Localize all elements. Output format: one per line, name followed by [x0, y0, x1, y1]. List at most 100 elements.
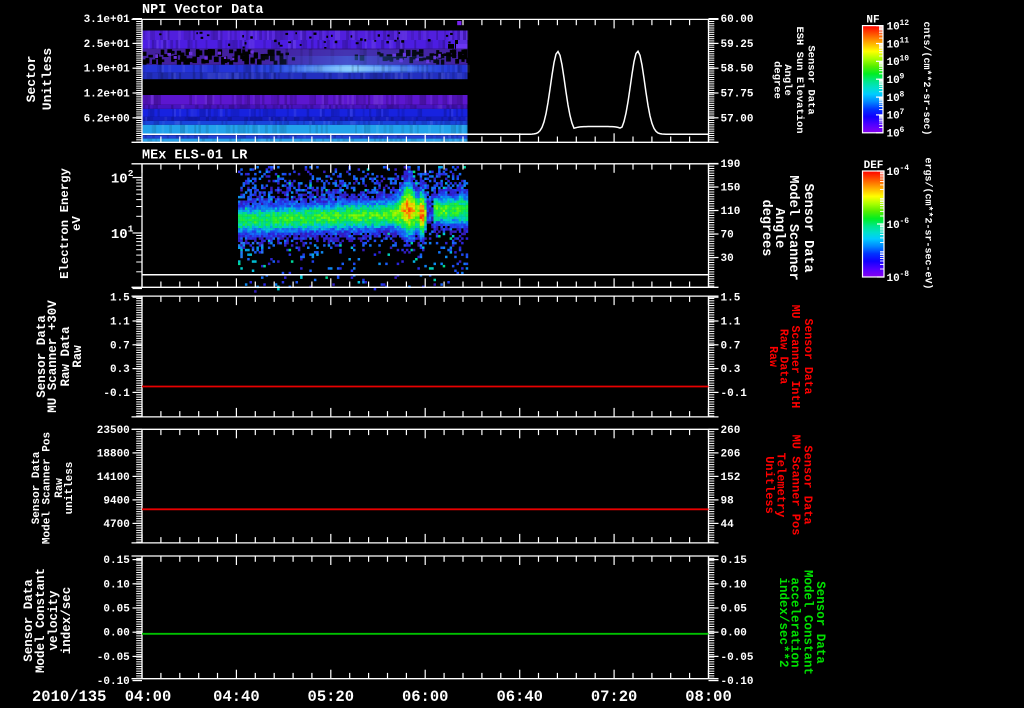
- svg-text:Sensor Data: Sensor Data: [800, 183, 815, 272]
- svg-text:NPI Vector Data: NPI Vector Data: [142, 3, 264, 18]
- svg-text:58.50: 58.50: [721, 64, 754, 76]
- svg-text:-0.10: -0.10: [721, 676, 754, 688]
- svg-text:-0.05: -0.05: [97, 652, 130, 664]
- svg-text:velocity: velocity: [47, 590, 61, 651]
- svg-text:Sensor Data: Sensor Data: [805, 45, 817, 115]
- svg-text:MEx ELS-01 LR: MEx ELS-01 LR: [142, 149, 248, 164]
- svg-text:57.00: 57.00: [721, 113, 754, 125]
- svg-text:-4: -4: [900, 164, 910, 173]
- svg-text:-0.1: -0.1: [721, 388, 748, 400]
- svg-text:10: 10: [887, 111, 900, 123]
- svg-text:-8: -8: [900, 270, 910, 279]
- svg-text:1.9e+01: 1.9e+01: [84, 64, 131, 76]
- svg-text:cnts/(cm**2-sr-sec): cnts/(cm**2-sr-sec): [920, 21, 932, 135]
- svg-text:0.05: 0.05: [103, 604, 130, 616]
- svg-text:2010/135: 2010/135: [32, 688, 106, 706]
- svg-text:index/sec**2: index/sec**2: [776, 577, 790, 667]
- svg-text:10: 10: [887, 57, 900, 69]
- svg-text:1.1: 1.1: [721, 317, 741, 329]
- svg-text:3.1e+01: 3.1e+01: [84, 14, 131, 26]
- svg-text:ESH Sun Elevation: ESH Sun Elevation: [793, 26, 805, 133]
- svg-text:08:00: 08:00: [685, 688, 732, 706]
- svg-text:9: 9: [900, 72, 905, 81]
- svg-text:0.15: 0.15: [721, 555, 748, 567]
- svg-text:0.10: 0.10: [721, 579, 747, 591]
- svg-text:Raw: Raw: [766, 346, 779, 367]
- svg-text:0.10: 0.10: [103, 579, 129, 591]
- svg-text:Raw: Raw: [71, 345, 85, 368]
- svg-text:260: 260: [721, 425, 741, 437]
- svg-text:0.15: 0.15: [103, 555, 130, 567]
- svg-text:Sector: Sector: [24, 56, 39, 103]
- svg-text:Model Constant: Model Constant: [34, 568, 48, 673]
- svg-text:0.3: 0.3: [721, 364, 741, 376]
- svg-text:-6: -6: [900, 217, 910, 226]
- svg-text:10: 10: [887, 39, 900, 51]
- svg-text:degrees: degrees: [758, 200, 773, 257]
- svg-text:eV: eV: [70, 216, 84, 231]
- svg-text:Unitless: Unitless: [762, 456, 776, 514]
- svg-text:10: 10: [887, 75, 900, 87]
- svg-text:degree: degree: [771, 61, 783, 99]
- svg-text:MU Scanner +30V: MU Scanner +30V: [46, 300, 60, 413]
- svg-text:4700: 4700: [103, 519, 129, 531]
- svg-text:6.2e+00: 6.2e+00: [84, 113, 130, 125]
- svg-text:98: 98: [721, 495, 735, 507]
- svg-text:DEF: DEF: [864, 160, 884, 172]
- svg-text:Model Constant: Model Constant: [801, 570, 815, 675]
- svg-text:10: 10: [887, 93, 900, 105]
- svg-text:190: 190: [721, 159, 741, 171]
- svg-text:0.00: 0.00: [721, 628, 747, 640]
- svg-text:10: 10: [111, 227, 128, 243]
- svg-text:10: 10: [111, 172, 128, 188]
- svg-text:Sensor Data: Sensor Data: [801, 319, 814, 395]
- svg-text:0.00: 0.00: [103, 628, 129, 640]
- svg-text:index/sec: index/sec: [60, 587, 74, 655]
- svg-text:1.1: 1.1: [110, 317, 130, 329]
- svg-text:0.3: 0.3: [110, 364, 130, 376]
- svg-text:18800: 18800: [97, 448, 130, 460]
- svg-text:0.7: 0.7: [721, 340, 741, 352]
- svg-text:0.7: 0.7: [110, 340, 130, 352]
- svg-text:1.5: 1.5: [721, 293, 741, 305]
- svg-text:11: 11: [900, 37, 910, 46]
- svg-text:05:20: 05:20: [308, 688, 355, 706]
- svg-text:-0.05: -0.05: [721, 652, 754, 664]
- svg-text:110: 110: [721, 206, 741, 218]
- svg-text:MU Scanner Pos: MU Scanner Pos: [789, 435, 803, 536]
- svg-text:12: 12: [900, 19, 910, 28]
- svg-text:2: 2: [128, 168, 134, 179]
- svg-text:06:40: 06:40: [496, 688, 543, 706]
- svg-text:0.05: 0.05: [721, 604, 748, 616]
- svg-text:7: 7: [900, 108, 905, 117]
- svg-text:206: 206: [721, 448, 741, 460]
- svg-text:10: 10: [887, 21, 900, 33]
- svg-text:14100: 14100: [97, 472, 130, 484]
- svg-text:10: 10: [887, 129, 900, 141]
- svg-text:150: 150: [721, 183, 741, 195]
- svg-text:59.25: 59.25: [721, 39, 754, 51]
- svg-text:10: 10: [887, 273, 900, 285]
- svg-text:2.5e+01: 2.5e+01: [84, 39, 131, 51]
- svg-text:23500: 23500: [97, 425, 130, 437]
- svg-text:Model Scanner Pos: Model Scanner Pos: [42, 432, 54, 544]
- svg-text:10: 10: [887, 220, 900, 232]
- svg-text:1.2e+01: 1.2e+01: [84, 89, 131, 101]
- svg-text:30: 30: [721, 253, 734, 265]
- svg-text:-0.1: -0.1: [103, 388, 130, 400]
- svg-text:1.5: 1.5: [110, 293, 130, 305]
- svg-text:-0.10: -0.10: [97, 676, 130, 688]
- svg-text:152: 152: [721, 472, 741, 484]
- svg-text:60.00: 60.00: [721, 14, 754, 26]
- svg-text:unitless: unitless: [64, 462, 76, 515]
- svg-text:57.75: 57.75: [721, 89, 754, 101]
- svg-text:10: 10: [887, 167, 900, 179]
- svg-text:04:40: 04:40: [213, 688, 260, 706]
- svg-text:70: 70: [721, 230, 734, 242]
- svg-text:07:20: 07:20: [591, 688, 638, 706]
- svg-text:NF: NF: [866, 14, 879, 26]
- svg-text:44: 44: [721, 519, 735, 531]
- svg-text:6: 6: [900, 126, 905, 135]
- svg-text:ergs/(cm**2-sr-sec-eV): ergs/(cm**2-sr-sec-eV): [922, 157, 934, 289]
- svg-text:9400: 9400: [103, 495, 129, 507]
